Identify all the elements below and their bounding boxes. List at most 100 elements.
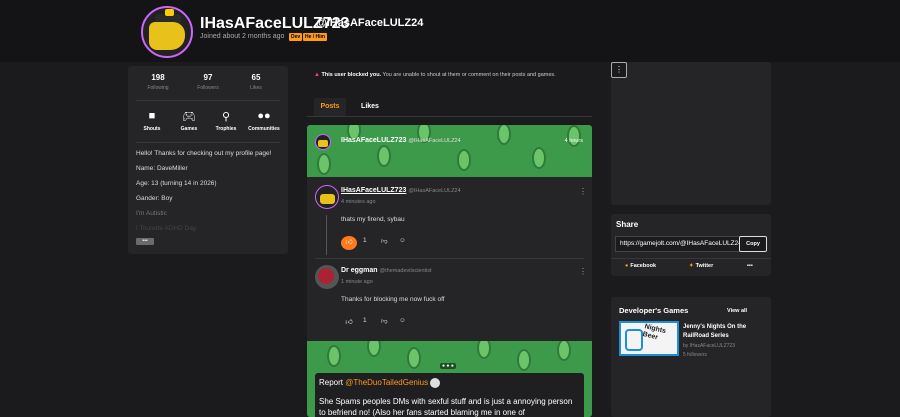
banner-leaf [327,345,341,367]
game-title[interactable]: Jenny's Nights On the RailRoad Series [683,323,769,341]
like-button[interactable]: 👍︎ [341,236,357,250]
game-author: by IHasAFaceLULZ723 [683,343,735,349]
banner-leaf [532,147,546,169]
comment-avatar[interactable] [315,265,339,289]
like-button[interactable]: 👍︎ [341,316,357,330]
nav-trophies[interactable]: ⚲ Trophies [206,110,246,132]
comment-menu-icon[interactable]: ⋮ [579,187,587,196]
stat-likes[interactable]: 65 Likes [236,73,276,91]
banner-leaf [407,347,421,369]
view-all-link[interactable]: View all [727,308,747,314]
report-body: She Spams peoples DMs with sexful stuff … [319,397,573,417]
report-prefix: Report [319,378,344,388]
stat-followers[interactable]: 97 Followers [188,73,228,91]
profile-sidebar: 198 Following 97 Followers 65 Likes ■ Sh… [128,66,288,254]
share-title: Share [616,220,639,229]
post-time: 4 hours [564,138,583,144]
share-twitter-label: Twitter [695,263,714,269]
comment-author[interactable]: IHasAFaceLULZ723 @IHasAFaceLULZ24 [341,187,461,194]
carousel-dots[interactable]: ● ● ● [440,363,456,369]
banner-leaf [377,145,391,167]
comment-text: Thanks for blocking me now fuck off [341,296,445,303]
nav-communities-label: Communities [248,126,280,132]
like-count: 1 [363,317,367,324]
twitter-icon: ✦ [689,263,694,269]
post-author-handle: @IHasAFaceLULZ24 [408,138,461,144]
post-author-avatar[interactable] [315,134,331,150]
share-facebook-button[interactable]: ● Facebook [625,263,656,269]
thread-line [326,215,327,255]
nav-trophies-label: Trophies [215,126,237,132]
comment-author-handle: @themadevilscientist [379,268,432,274]
profile-avatar[interactable] [141,6,193,58]
divider [611,258,771,259]
stat-following[interactable]: 198 Following [138,73,178,91]
banner-leaf [517,349,531,371]
bio-expand-button[interactable]: ••• [136,238,154,245]
profile-joined: Joined about 2 months ago [200,33,285,40]
comment-menu-icon[interactable]: ⋮ [579,267,587,276]
comment-time: 4 minutes ago [341,199,376,205]
tab-posts[interactable]: Posts [314,98,346,116]
people-icon: ●● [257,110,271,122]
dev-games-title: Developer's Games [619,306,689,315]
stat-following-label: Following [147,85,169,91]
post-author[interactable]: IHasAFaceLULZ723 @IHasAFaceLULZ24 [341,137,461,144]
tab-likes[interactable]: Likes [354,98,386,116]
trophy-icon: ⚲ [221,111,231,123]
nav-games[interactable]: 🎮︎ Games [169,110,209,132]
bio-line: I'm Autistic [136,210,167,217]
share-facebook-label: Facebook [630,263,657,269]
game-thumbnail-text: Nights Beer [641,323,667,342]
comment-time: 1 minute ago [341,279,373,285]
dislike-icon[interactable]: 👎︎ [381,317,388,325]
bio-line: Name: DaveMiller [136,165,188,172]
comment-author-name: Dr eggman [341,267,378,274]
gamepad-icon: 🎮︎ [182,111,196,123]
developer-games-panel: Developer's Games View all Nights Beer J… [611,297,771,417]
game-followers: 5 followers [683,352,707,358]
dev-badge: Dev [289,33,303,41]
banner-leaf [477,341,491,359]
post-author-name: IHasAFaceLULZ723 [341,137,407,144]
share-url-field[interactable]: https://gamejolt.com/@IHasAFaceLULZ24 [615,236,741,252]
nav-shouts[interactable]: ■ Shouts [132,110,172,132]
reaction-icon[interactable]: ☺ [399,237,406,244]
nav-communities[interactable]: ●● Communities [244,110,284,132]
blocked-alert-text: You are unable to shout at them or comme… [382,72,556,78]
comment-author-name: IHasAFaceLULZ723 [341,187,407,194]
divider [136,100,280,101]
report-card: Report @TheDuoTailedGenius She Spams peo… [315,373,584,417]
report-target-link[interactable]: @TheDuoTailedGenius [345,378,428,387]
profile-menu-icon[interactable]: ⋮ [611,62,627,78]
post-banner: ● ● ● Report @TheDuoTailedGenius She Spa… [307,341,592,417]
comment-avatar[interactable] [315,185,339,209]
nav-games-label: Games [180,126,198,132]
nav-shouts-label: Shouts [143,126,161,132]
banner-leaf [317,153,331,175]
copy-button[interactable]: Copy [739,236,767,252]
pronouns-badge: He / Him [303,33,328,41]
blocked-alert: ▲ This user blocked you. You are unable … [314,72,556,78]
blocked-alert-title: This user blocked you. [321,72,382,78]
stat-following-count: 198 [151,73,165,82]
reaction-icon[interactable]: ☺ [399,317,406,324]
post-banner: IHasAFaceLULZ723 @IHasAFaceLULZ24 4 hour… [307,125,592,177]
banner-leaf [557,341,571,361]
bio-line: Age: 13 (turning 14 in 2026) [136,180,217,187]
profile-bio: Hello! Thanks for checking out my profil… [136,150,280,240]
game-thumbnail[interactable]: Nights Beer [619,321,679,356]
comment-text: thats my firend, sybau [341,216,405,223]
stat-likes-label: Likes [250,85,262,91]
bio-line: Hello! Thanks for checking out my profil… [136,150,272,157]
banner-leaf [457,149,471,171]
like-count: 1 [363,237,367,244]
share-twitter-button[interactable]: ✦ Twitter [689,263,713,269]
dislike-icon[interactable]: 👎︎ [381,237,388,245]
facebook-icon: ● [625,263,629,269]
share-more-button[interactable]: ••• [747,263,753,269]
bio-line: Gander: Boy [136,195,173,202]
comment-author[interactable]: Dr eggman @themadevilscientist [341,267,432,274]
post-card[interactable]: IHasAFaceLULZ723 @IHasAFaceLULZ24 4 hour… [307,125,592,417]
bio-line: I Tourette ADHD Day [136,225,197,232]
